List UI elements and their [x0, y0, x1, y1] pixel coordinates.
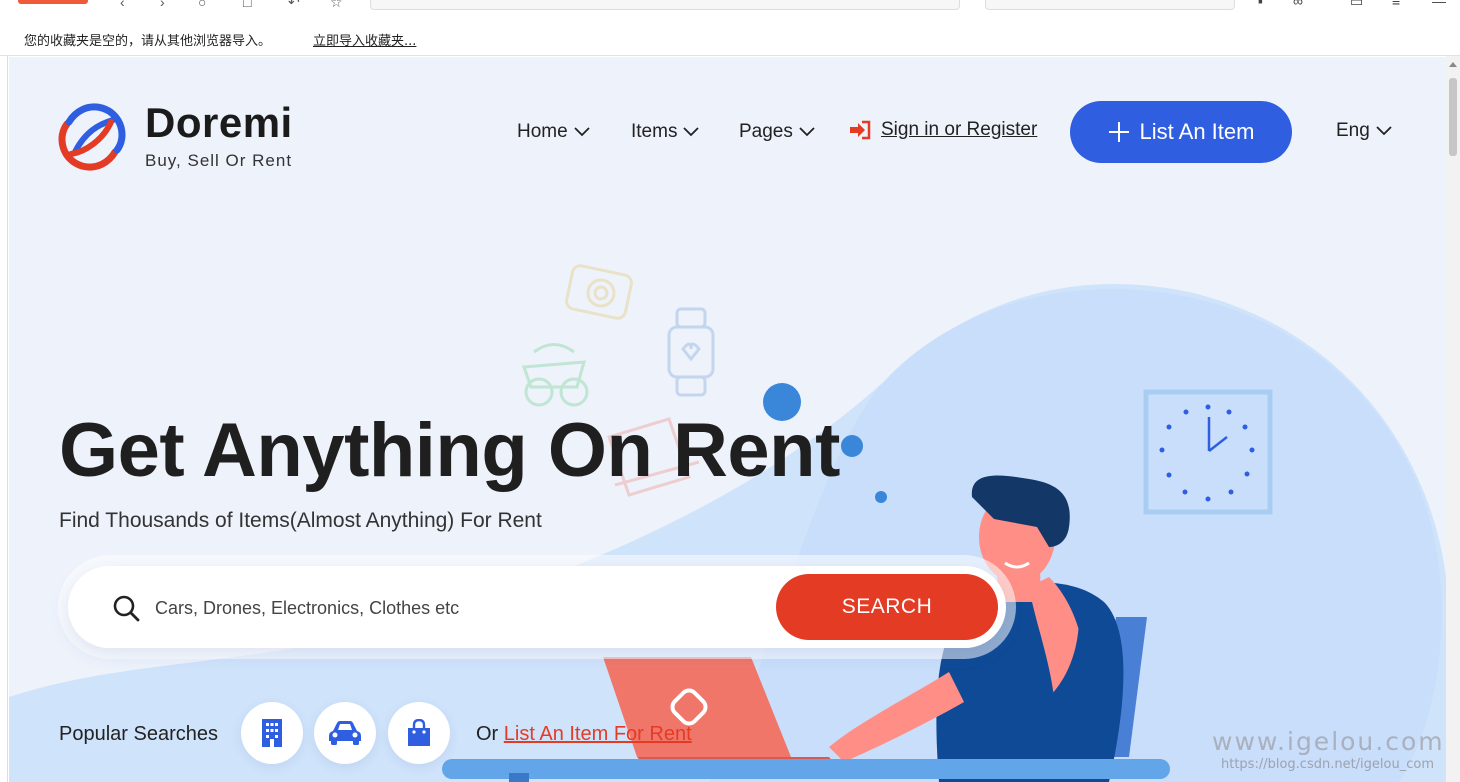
search-icon[interactable]	[112, 594, 140, 622]
extension-icon[interactable]: ▪	[1258, 0, 1263, 9]
address-bar[interactable]	[370, 0, 960, 10]
browser-search-bar[interactable]	[985, 0, 1235, 10]
search-input[interactable]	[155, 588, 755, 628]
page-scrollbar[interactable]	[1446, 56, 1460, 782]
scroll-up-icon[interactable]	[1449, 62, 1457, 67]
language-selector[interactable]: Eng	[1336, 120, 1392, 142]
minimize-icon[interactable]: —	[1432, 0, 1446, 9]
brand-tagline: Buy, Sell Or Rent	[145, 151, 293, 170]
nav-pages[interactable]: Pages	[739, 121, 815, 143]
list-item-prompt: Or List An Item For Rent	[476, 723, 692, 746]
back-icon[interactable]: ‹	[120, 0, 125, 10]
chevron-down-icon	[799, 127, 815, 137]
scrollbar-thumb[interactable]	[1449, 78, 1457, 156]
window-icon[interactable]: ▭	[1350, 0, 1363, 10]
window-left-edge	[0, 56, 8, 782]
active-tab-indicator[interactable]	[18, 0, 88, 4]
language-label: Eng	[1336, 120, 1370, 141]
sign-in-icon	[850, 120, 871, 140]
sign-in-label: Sign in or Register	[881, 119, 1038, 140]
list-an-item-button[interactable]: List An Item	[1070, 101, 1292, 163]
bookmark-star-icon[interactable]: ☆	[330, 0, 343, 11]
chevron-down-icon	[1376, 126, 1392, 136]
reload-icon[interactable]: ○	[198, 0, 206, 10]
extension-icon[interactable]: ∞	[1293, 0, 1303, 9]
popular-category-car[interactable]	[314, 702, 376, 764]
building-icon	[262, 719, 282, 747]
nav-home[interactable]: Home	[517, 121, 590, 143]
bookmarks-empty-message: 您的收藏夹是空的，请从其他浏览器导入。	[24, 34, 272, 49]
chevron-down-icon	[574, 127, 590, 137]
hero-subline: Find Thousands of Items(Almost Anything)…	[59, 509, 542, 532]
search-button[interactable]: SEARCH	[776, 574, 998, 640]
nav-items[interactable]: Items	[631, 121, 700, 143]
popular-category-building[interactable]	[241, 702, 303, 764]
undo-icon[interactable]: ↶	[288, 0, 300, 11]
nav-home-label: Home	[517, 121, 568, 142]
list-item-for-rent-link[interactable]: List An Item For Rent	[504, 723, 692, 745]
list-an-item-label: List An Item	[1139, 119, 1255, 144]
popular-searches-label: Popular Searches	[59, 723, 218, 745]
or-label: Or	[476, 723, 499, 745]
forward-icon[interactable]: ›	[160, 0, 165, 10]
bookmarks-bar: 您的收藏夹是空的，请从其他浏览器导入。 立即导入收藏夹...	[0, 18, 1460, 56]
car-icon	[329, 721, 361, 745]
import-bookmarks-link[interactable]: 立即导入收藏夹...	[313, 30, 416, 49]
web-page: Doremi Buy, Sell Or Rent Home Items Page…	[9, 57, 1446, 782]
site-watermark: www.igelou.com	[1212, 727, 1445, 756]
menu-icon[interactable]: ≡	[1392, 0, 1400, 9]
nav-items-label: Items	[631, 121, 678, 142]
sign-in-link[interactable]: Sign in or Register	[849, 119, 1037, 141]
browser-toolbar: ‹ › ○ □ ↶ ☆ ▪ ∞ ▭ ≡ —	[0, 0, 1460, 12]
plus-icon	[1108, 122, 1129, 142]
nav-pages-label: Pages	[739, 121, 793, 142]
hero-headline: Get Anything On Rent	[59, 408, 840, 493]
shopping-bag-icon	[408, 719, 430, 746]
blog-watermark: https://blog.csdn.net/igelou_com	[1221, 757, 1434, 772]
chevron-down-icon	[683, 127, 700, 137]
home-icon[interactable]: □	[243, 0, 251, 10]
brand-name[interactable]: Doremi	[145, 99, 293, 147]
doremi-logo-icon[interactable]	[57, 102, 127, 172]
popular-category-shopping[interactable]	[388, 702, 450, 764]
